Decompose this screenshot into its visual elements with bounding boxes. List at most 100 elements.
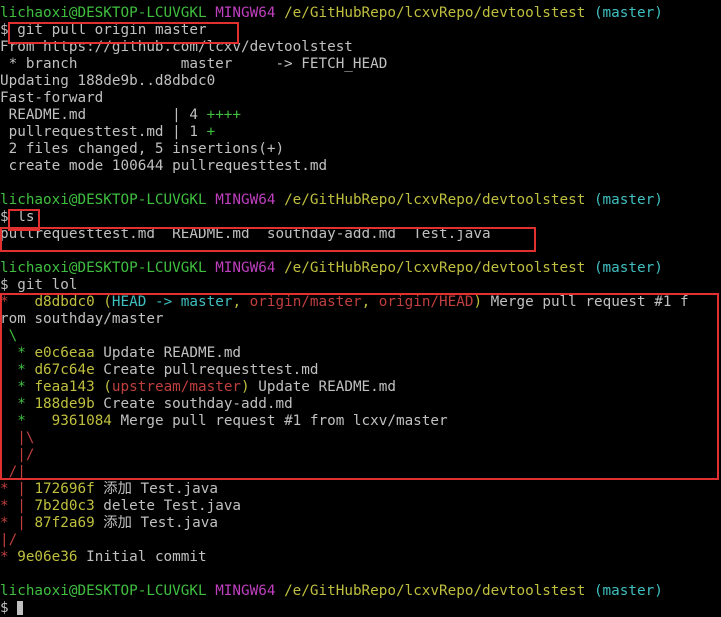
prompt-branch: (master) xyxy=(593,583,663,599)
command-text: git lol xyxy=(17,277,78,293)
command-line[interactable]: $ git pull origin master xyxy=(0,22,721,39)
graph-line: |/ xyxy=(0,447,35,463)
graph-line: |\ xyxy=(0,430,35,446)
graph-line: |/ xyxy=(0,532,18,548)
ls-output: pullrequesttest.md README.md southday-ad… xyxy=(0,226,491,242)
commit-msg: Create southday-add.md xyxy=(94,396,293,412)
diffstat-plus: + xyxy=(206,124,216,140)
terminal-window[interactable]: lichaoxi@DESKTOP-LCUVGKL MINGW64 /e/GitH… xyxy=(0,5,721,617)
diffstat-plus: ++++ xyxy=(206,107,242,123)
graph: * | xyxy=(0,498,35,514)
commit-msg: Update README.md xyxy=(94,345,242,361)
prompt-branch: (master) xyxy=(593,5,663,21)
commit-msg: 添加 Test.java xyxy=(94,481,218,497)
graph: * xyxy=(0,379,35,395)
cursor xyxy=(17,601,24,615)
graph: * | xyxy=(0,481,35,497)
diffstat-line: README.md | 4 ++++ xyxy=(0,107,721,124)
command-line[interactable]: $ git lol xyxy=(0,277,721,294)
prompt-env: MINGW64 xyxy=(215,5,276,21)
commit-msg: Create pullrequesttest.md xyxy=(94,362,319,378)
commit-hash: 87f2a69 xyxy=(34,515,95,531)
graph: * xyxy=(0,413,52,429)
commit-hash: feaa143 xyxy=(34,379,95,395)
ref-origin-master: origin/master xyxy=(249,294,362,310)
prompt-env: MINGW64 xyxy=(215,583,276,599)
output-line: * branch master -> FETCH_HEAD xyxy=(0,56,388,72)
diffstat-file: pullrequesttest.md | 1 xyxy=(0,124,207,140)
ref-sep: , xyxy=(232,294,250,310)
graph: * xyxy=(0,345,35,361)
graph: * xyxy=(0,294,35,310)
commit-msg: Merge pull request #1 f xyxy=(482,294,689,310)
prompt-path: /e/GitHubRepo/lcxvRepo/devtoolstest xyxy=(284,5,586,21)
ref-origin-head: origin/HEAD xyxy=(378,294,474,310)
prompt-symbol: $ xyxy=(0,22,9,38)
commit-msg: Merge pull request #1 from lcxv/master xyxy=(111,413,448,429)
prompt-user-host: lichaoxi@DESKTOP-LCUVGKL xyxy=(0,260,207,276)
commit-hash: 172696f xyxy=(34,481,95,497)
graph: * xyxy=(0,549,18,565)
ref-paren: ) xyxy=(241,379,250,395)
output-line: From https://github.com/lcxv/devtoolstes… xyxy=(0,39,353,55)
commit-hash: 9e06e36 xyxy=(17,549,78,565)
prompt-line: lichaoxi@DESKTOP-LCUVGKL MINGW64 /e/GitH… xyxy=(0,583,721,600)
output-line: 2 files changed, 5 insertions(+) xyxy=(0,141,285,157)
commit-hash: d8dbdc0 xyxy=(34,294,95,310)
ref-head: HEAD -> master xyxy=(111,294,233,310)
log-line: * | 172696f 添加 Test.java xyxy=(0,481,721,498)
prompt-env: MINGW64 xyxy=(215,192,276,208)
graph-line: /| xyxy=(0,464,26,480)
prompt-path: /e/GitHubRepo/lcxvRepo/devtoolstest xyxy=(284,583,586,599)
commit-hash: d67c64e xyxy=(34,362,95,378)
command-text: git pull origin master xyxy=(17,22,207,38)
log-line: * d8dbdc0 (HEAD -> master, origin/master… xyxy=(0,294,721,311)
log-line: rom southday/master xyxy=(0,311,164,327)
prompt-user-host: lichaoxi@DESKTOP-LCUVGKL xyxy=(0,583,207,599)
diffstat-line: pullrequesttest.md | 1 + xyxy=(0,124,721,141)
prompt-branch: (master) xyxy=(593,260,663,276)
prompt-env: MINGW64 xyxy=(215,260,276,276)
prompt-line: lichaoxi@DESKTOP-LCUVGKL MINGW64 /e/GitH… xyxy=(0,192,721,209)
command-text: ls xyxy=(17,209,35,225)
log-line: * e0c6eaa Update README.md xyxy=(0,345,721,362)
log-line: * 9e06e36 Initial commit xyxy=(0,549,721,566)
prompt-symbol: $ xyxy=(0,600,9,616)
prompt-line: lichaoxi@DESKTOP-LCUVGKL MINGW64 /e/GitH… xyxy=(0,5,721,22)
prompt-line: lichaoxi@DESKTOP-LCUVGKL MINGW64 /e/GitH… xyxy=(0,260,721,277)
prompt-path: /e/GitHubRepo/lcxvRepo/devtoolstest xyxy=(284,260,586,276)
prompt-user-host: lichaoxi@DESKTOP-LCUVGKL xyxy=(0,192,207,208)
commit-msg: delete Test.java xyxy=(94,498,242,514)
graph: * xyxy=(0,396,35,412)
graph-line: \ xyxy=(0,328,18,344)
graph: * | xyxy=(0,515,35,531)
output-line: Fast-forward xyxy=(0,90,104,106)
ref-paren: ( xyxy=(94,294,112,310)
prompt-user-host: lichaoxi@DESKTOP-LCUVGKL xyxy=(0,5,207,21)
commit-hash: 7b2d0c3 xyxy=(34,498,95,514)
commit-msg: 添加 Test.java xyxy=(94,515,218,531)
log-line: * 9361084 Merge pull request #1 from lcx… xyxy=(0,413,721,430)
command-line[interactable]: $ ls xyxy=(0,209,721,226)
prompt-path: /e/GitHubRepo/lcxvRepo/devtoolstest xyxy=(284,192,586,208)
commit-hash: 9361084 xyxy=(51,413,112,429)
log-line: * d67c64e Create pullrequesttest.md xyxy=(0,362,721,379)
prompt-branch: (master) xyxy=(593,192,663,208)
output-line: create mode 100644 pullrequesttest.md xyxy=(0,158,328,174)
commit-msg: Initial commit xyxy=(77,549,207,565)
log-line: * | 7b2d0c3 delete Test.java xyxy=(0,498,721,515)
commit-hash: 188de9b xyxy=(34,396,95,412)
graph: * xyxy=(0,362,35,378)
diffstat-file: README.md | 4 xyxy=(0,107,207,123)
log-line: * | 87f2a69 添加 Test.java xyxy=(0,515,721,532)
log-line: * feaa143 (upstream/master) Update READM… xyxy=(0,379,721,396)
ref-sep: , xyxy=(361,294,379,310)
commit-hash: e0c6eaa xyxy=(34,345,95,361)
ref-paren: ( xyxy=(94,379,112,395)
ref-upstream-master: upstream/master xyxy=(111,379,242,395)
prompt-symbol: $ xyxy=(0,209,9,225)
ref-paren: ) xyxy=(473,294,483,310)
